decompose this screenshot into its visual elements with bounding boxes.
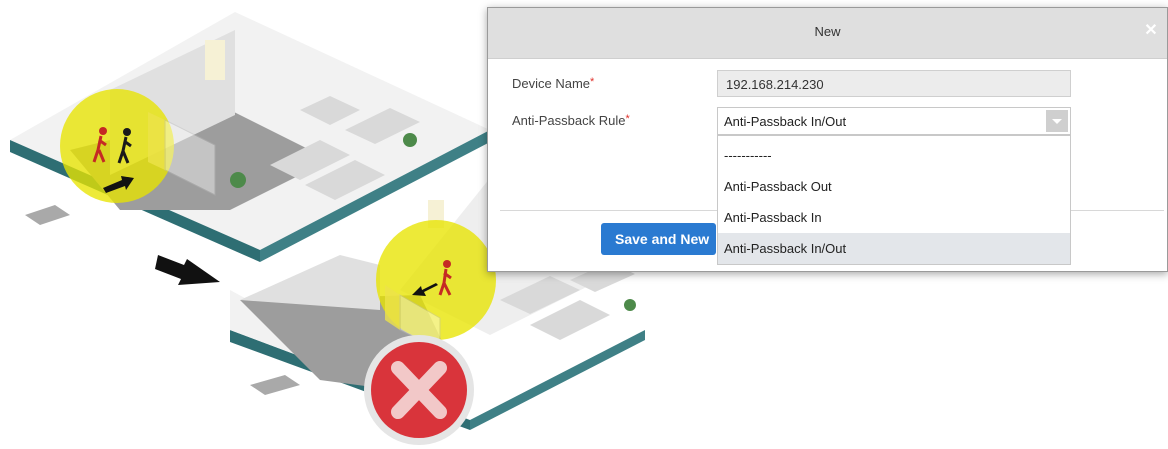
device-name-label: Device Name* (512, 76, 594, 91)
required-mark: * (625, 113, 630, 125)
anti-passback-rule-label: Anti-Passback Rule* (512, 113, 630, 128)
device-name-label-text: Device Name (512, 76, 591, 91)
arrow-icon (155, 255, 220, 285)
anti-passback-dropdown: ----------- Anti-Passback Out Anti-Passb… (717, 135, 1071, 265)
anti-passback-rule-label-text: Anti-Passback Rule (512, 113, 626, 128)
new-dialog: New ✕ Device Name* 192.168.214.230 Anti-… (487, 7, 1168, 272)
anti-passback-rule-value: Anti-Passback In/Out (724, 114, 847, 129)
dialog-title: New (814, 24, 841, 39)
dropdown-option-in-out[interactable]: Anti-Passback In/Out (718, 233, 1070, 264)
dropdown-option-empty[interactable]: ----------- (718, 140, 1070, 171)
denied-x-icon (364, 335, 474, 445)
required-mark: * (590, 76, 595, 88)
close-icon[interactable]: ✕ (1143, 23, 1159, 39)
dropdown-option-out[interactable]: Anti-Passback Out (718, 171, 1070, 202)
anti-passback-rule-select[interactable]: Anti-Passback In/Out (717, 107, 1071, 135)
save-and-new-button[interactable]: Save and New (601, 223, 716, 255)
dialog-header: New ✕ (488, 8, 1167, 59)
device-name-field[interactable]: 192.168.214.230 (717, 70, 1071, 97)
chevron-down-icon[interactable] (1046, 110, 1068, 132)
dropdown-option-in[interactable]: Anti-Passback In (718, 202, 1070, 233)
device-name-value: 192.168.214.230 (726, 77, 824, 92)
